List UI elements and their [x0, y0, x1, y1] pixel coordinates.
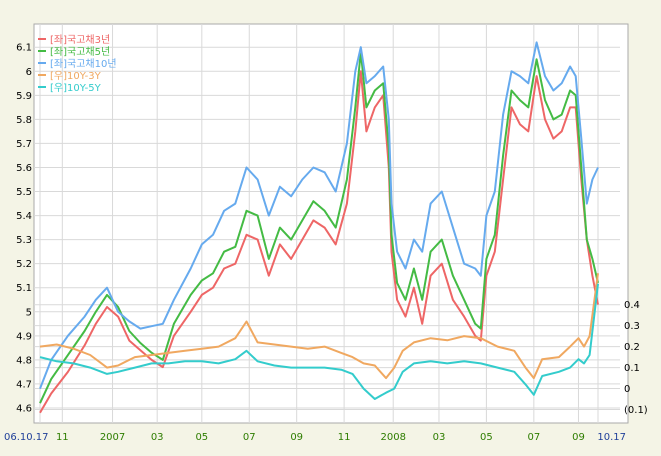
x-tick-label: 11	[56, 432, 69, 443]
left-tick-label: 5.5	[16, 187, 32, 198]
right-tick-label: 0.3	[624, 321, 640, 332]
left-tick-label: 5.7	[16, 139, 32, 150]
right-tick-label: 0.1	[624, 363, 640, 374]
legend-label: [좌]국고채10년	[50, 58, 117, 70]
x-tick-label: 03	[433, 432, 446, 443]
left-tick-label: 5.8	[16, 115, 32, 126]
left-tick-label: 6.1	[16, 43, 32, 54]
left-tick-label: 5.6	[16, 163, 32, 174]
left-tick-label: 5.1	[16, 283, 32, 294]
x-tick-label: 05	[480, 432, 493, 443]
x-tick-label: 03	[151, 432, 164, 443]
left-tick-label: 5.4	[16, 211, 32, 222]
left-tick-label: 5.2	[16, 259, 32, 270]
left-tick-label: 4.8	[16, 355, 32, 366]
legend-label: [우]10Y-3Y	[50, 70, 102, 82]
left-tick-label: 4.6	[16, 403, 32, 414]
right-tick-label: 0.2	[624, 342, 640, 353]
x-tick-label: 06.10.17	[4, 432, 49, 443]
x-tick-label: 2008	[380, 432, 405, 443]
x-tick-label: 07	[243, 432, 256, 443]
legend-label: [좌]국고채3년	[50, 34, 110, 46]
right-tick-label: (0.1)	[624, 405, 648, 416]
x-tick-label: 10.17	[597, 432, 626, 443]
left-axis-ticks: 4.6 4.7 4.8 4.9 5 5.1 5.2 5.3 5.4 5.5 5.6 5.7 5.8 5.9…	[16, 43, 32, 415]
legend-label: [우]10Y-5Y	[50, 82, 102, 94]
right-tick-label: 0	[624, 384, 630, 395]
left-tick-label: 6	[26, 67, 32, 78]
left-tick-label: 5	[26, 307, 32, 318]
left-tick-label: 4.7	[16, 379, 32, 390]
x-tick-label: 07	[527, 432, 540, 443]
chart-container: 4.6 4.7 4.8 4.9 5 5.1 5.2 5.3 5.4 5.5 5.6 5.7 5.8 5.9…	[0, 0, 661, 456]
x-tick-label: 05	[195, 432, 208, 443]
x-tick-label: 11	[338, 432, 351, 443]
left-tick-label: 5.9	[16, 91, 32, 102]
right-tick-label: 0.4	[624, 300, 640, 311]
x-axis-ticks: 06.10.17 11 2007 03 05 07 09 11 2008 03 05 07 09 10.1…	[4, 432, 626, 443]
left-tick-label: 5.3	[16, 235, 32, 246]
x-tick-label: 09	[290, 432, 303, 443]
left-tick-label: 4.9	[16, 331, 32, 342]
line-chart: 4.6 4.7 4.8 4.9 5 5.1 5.2 5.3 5.4 5.5 5.6 5.7 5.8 5.9…	[4, 23, 648, 443]
legend-label: [좌]국고채5년	[50, 46, 110, 58]
x-tick-label: 2007	[100, 432, 125, 443]
x-tick-label: 09	[572, 432, 585, 443]
